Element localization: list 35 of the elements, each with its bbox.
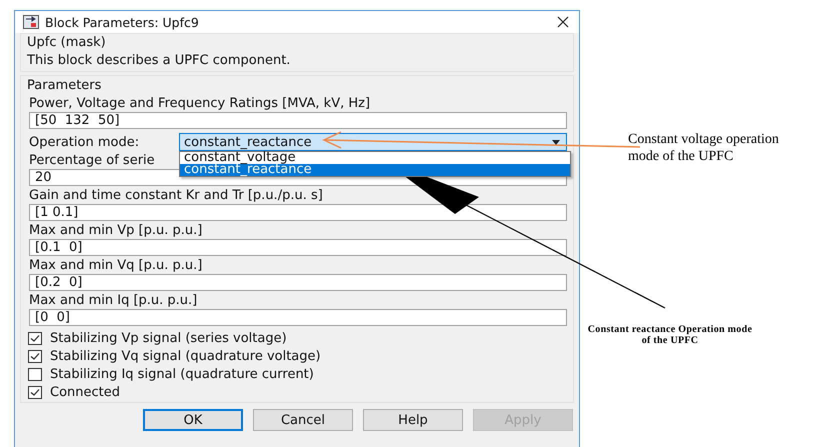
input-field[interactable]: [50 132 50] <box>29 112 567 129</box>
close-icon[interactable] <box>557 16 569 28</box>
dialog-button[interactable]: Cancel <box>253 409 353 431</box>
checkbox[interactable] <box>28 332 42 345</box>
checkbox-label: Stabilizing Vq signal (quadrature voltage) <box>50 350 321 363</box>
input-field[interactable]: [0.1 0] <box>29 239 567 256</box>
dialog-button[interactable]: OK <box>143 409 243 431</box>
checkbox[interactable] <box>28 386 42 399</box>
input-field[interactable]: [0.2 0] <box>29 274 567 291</box>
parameters-title: Parameters <box>27 77 102 94</box>
caret-icon <box>552 140 560 144</box>
dropdown[interactable]: constant_reactance <box>179 133 567 151</box>
checkbox[interactable] <box>28 350 42 363</box>
input-field[interactable]: [0 0] <box>29 309 567 326</box>
input-field[interactable]: [1 0.1] <box>29 204 567 221</box>
field-label: Operation mode: <box>29 134 140 150</box>
field-label: Gain and time constant Kr and Tr [p.u./p.u. s] <box>28 188 323 203</box>
field-label: Power, Voltage and Frequency Ratings [MVA, kV, Hz] <box>28 96 370 111</box>
annotation-label: Constant voltage operation mode of the UPFC <box>628 131 780 165</box>
annotation-label: Constant reactance Operation mode of the UPFC <box>586 324 754 346</box>
dialog-button[interactable]: Help <box>363 409 463 431</box>
description-text: This block describes a UPFC component. <box>27 52 292 69</box>
mask-title: Upfc (mask) <box>27 34 107 51</box>
field-label: Max and min Vq [p.u. p.u.] <box>28 258 202 273</box>
block-icon <box>23 15 39 29</box>
checkbox-label: Stabilizing Vp signal (series voltage) <box>50 332 287 345</box>
field-label: Max and min Vp [p.u. p.u.] <box>28 223 202 238</box>
checkbox-label: Stabilizing Iq signal (quadrature current) <box>50 368 314 381</box>
field-label: Max and min Iq [p.u. p.u.] <box>28 293 198 308</box>
field-label: Percentage of serie <box>28 153 155 168</box>
checkbox[interactable] <box>28 368 42 381</box>
dropdown-option[interactable]: constant_reactance <box>180 164 570 176</box>
checkbox-label: Connected <box>50 386 120 399</box>
window-title: Block Parameters: Upfc9 <box>45 14 200 30</box>
dropdown-option[interactable]: constant_voltage <box>180 152 570 164</box>
